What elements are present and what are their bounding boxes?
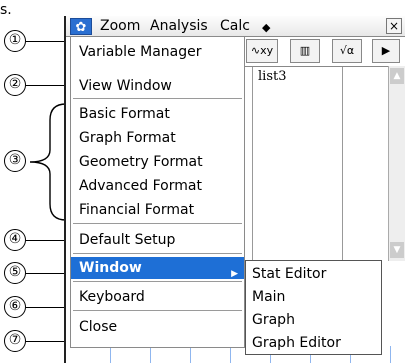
menu-divider — [73, 253, 242, 254]
list-sheet: list3 — [242, 66, 405, 262]
snippet-text: s. — [0, 2, 12, 18]
menu-item-variable-manager[interactable]: Variable Manager — [71, 41, 244, 63]
menu-divider — [73, 98, 242, 99]
submenu-item-main[interactable]: Main — [252, 286, 285, 308]
callout-4: ④ — [4, 229, 26, 251]
diamond-icon[interactable]: ◆ — [262, 20, 270, 36]
menu-item-keyboard[interactable]: Keyboard — [71, 286, 244, 308]
vertical-scrollbar[interactable]: ▲ ▼ — [388, 66, 405, 261]
stat-graph-button[interactable]: ▥ — [290, 39, 320, 63]
menu-divider — [73, 310, 242, 311]
scroll-up-icon[interactable]: ▲ — [390, 68, 404, 84]
brace-marker — [29, 103, 67, 221]
submenu-item-graph-editor[interactable]: Graph Editor — [252, 332, 341, 354]
toolbar: ∿xy ▥ √α ▶ — [242, 38, 405, 64]
grid-line — [150, 346, 151, 363]
submenu-item-graph[interactable]: Graph — [252, 309, 295, 331]
grid-line — [390, 346, 391, 363]
menu-zoom[interactable]: Zoom — [100, 18, 140, 34]
grid-line — [110, 346, 111, 363]
menu-item-default-setup[interactable]: Default Setup — [71, 229, 244, 251]
column-header-list3: list3 — [258, 69, 287, 84]
settings-dropdown-menu: Variable Manager View Window Basic Forma… — [70, 36, 245, 348]
callout-1: ① — [4, 30, 26, 52]
menu-item-graph-format[interactable]: Graph Format — [71, 127, 244, 149]
menu-analysis[interactable]: Analysis — [150, 18, 208, 34]
grid-line — [190, 346, 191, 363]
menu-item-basic-format[interactable]: Basic Format — [71, 103, 244, 125]
toolbar-scroll-right-button[interactable]: ▶ — [372, 39, 400, 63]
window-submenu: Stat Editor Main Graph Graph Editor — [245, 260, 382, 355]
graph-xy-button[interactable]: ∿xy — [246, 39, 278, 63]
menu-item-financial-format[interactable]: Financial Format — [71, 199, 244, 221]
menu-item-close[interactable]: Close — [71, 316, 244, 338]
column-divider — [252, 67, 253, 262]
submenu-item-stat-editor[interactable]: Stat Editor — [252, 263, 326, 285]
menu-item-view-window[interactable]: View Window — [71, 75, 244, 97]
menu-item-window-label: Window — [79, 260, 142, 276]
close-icon[interactable]: × — [386, 18, 402, 34]
gear-icon[interactable]: ✿ — [70, 18, 92, 35]
grid-line — [230, 346, 231, 363]
menu-divider — [73, 281, 242, 282]
menu-bar: ✿ Zoom Analysis Calc ◆ × — [66, 16, 405, 37]
callout-5: ⑤ — [4, 262, 26, 284]
callout-7: ⑦ — [4, 330, 26, 352]
scroll-down-icon[interactable]: ▼ — [390, 242, 404, 258]
menu-calc[interactable]: Calc — [220, 18, 250, 34]
sqrt-alpha-button[interactable]: √α — [332, 39, 362, 63]
device-screen: ✿ Zoom Analysis Calc ◆ × ∿xy ▥ √α ▶ list… — [64, 16, 405, 363]
menu-divider — [73, 223, 242, 224]
callout-6: ⑥ — [4, 296, 26, 318]
menu-item-advanced-format[interactable]: Advanced Format — [71, 175, 244, 197]
column-divider — [342, 67, 343, 262]
menu-item-window[interactable]: Window ▶ — [71, 257, 244, 279]
menu-item-geometry-format[interactable]: Geometry Format — [71, 151, 244, 173]
callout-2: ② — [4, 74, 26, 96]
